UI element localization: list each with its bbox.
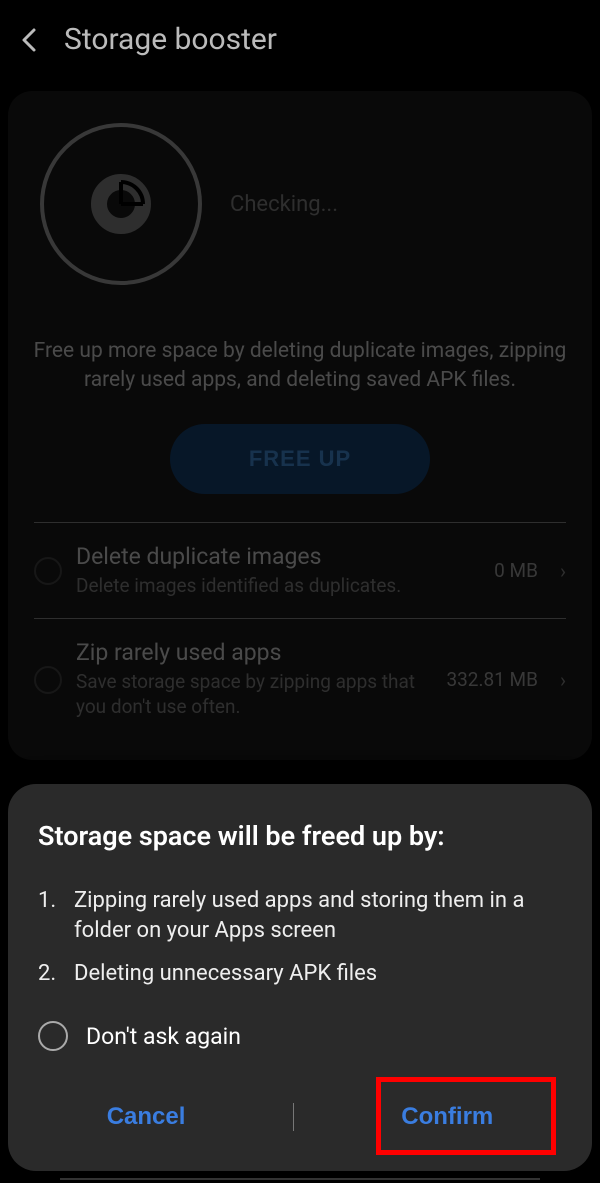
bottom-line — [60, 1178, 540, 1180]
dialog-actions: Cancel Confirm — [38, 1091, 562, 1143]
checkbox-icon[interactable] — [34, 557, 62, 585]
dialog-title: Storage space will be freed up by: — [38, 820, 562, 852]
donut-icon — [91, 174, 151, 234]
item-text: Delete duplicate images Delete images id… — [76, 543, 480, 599]
page-title: Storage booster — [64, 22, 277, 57]
progress-ring-icon — [40, 123, 202, 285]
dialog-point: 1.Zipping rarely used apps and storing t… — [38, 886, 562, 945]
free-up-button[interactable]: FREE UP — [170, 424, 430, 494]
item-subtitle: Save storage space by zipping apps that … — [76, 670, 432, 719]
action-divider — [293, 1103, 294, 1131]
confirm-dialog: Storage space will be freed up by: 1.Zip… — [8, 784, 592, 1171]
item-text: Zip rarely used apps Save storage space … — [76, 639, 432, 719]
list-item[interactable]: Zip rarely used apps Save storage space … — [28, 619, 572, 739]
status-text: Checking... — [230, 192, 338, 217]
item-title: Zip rarely used apps — [76, 639, 432, 666]
chevron-right-icon[interactable]: › — [560, 559, 566, 583]
confirm-button[interactable]: Confirm — [371, 1091, 523, 1143]
dont-ask-row[interactable]: Don't ask again — [38, 1021, 562, 1051]
main-card: Checking... Free up more space by deleti… — [8, 91, 592, 760]
list-item[interactable]: Delete duplicate images Delete images id… — [28, 523, 572, 619]
status-row: Checking... — [28, 123, 572, 309]
item-subtitle: Delete images identified as duplicates. — [76, 574, 480, 599]
item-size: 332.81 MB — [446, 668, 538, 691]
dialog-point-text: Zipping rarely used apps and storing the… — [74, 886, 562, 945]
item-title: Delete duplicate images — [76, 543, 480, 570]
chevron-right-icon[interactable]: › — [560, 668, 566, 692]
dialog-point: 2.Deleting unnecessary APK files — [38, 959, 562, 989]
item-size: 0 MB — [494, 559, 538, 582]
dont-ask-label: Don't ask again — [86, 1023, 241, 1050]
dialog-point-text: Deleting unnecessary APK files — [74, 959, 377, 989]
dialog-list: 1.Zipping rarely used apps and storing t… — [38, 886, 562, 989]
radio-icon[interactable] — [38, 1021, 68, 1051]
checkbox-icon[interactable] — [34, 666, 62, 694]
back-icon[interactable] — [16, 26, 44, 54]
description-text: Free up more space by deleting duplicate… — [28, 337, 572, 396]
cancel-button[interactable]: Cancel — [77, 1091, 216, 1143]
app-header: Storage booster — [0, 0, 600, 79]
